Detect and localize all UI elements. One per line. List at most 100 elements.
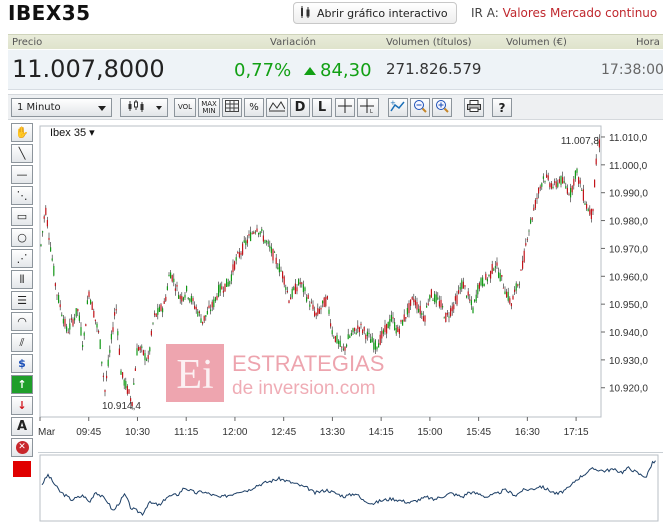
y-tick-label: 11.010,0 <box>609 133 648 144</box>
quote-header: Precio Variación Volumen (títulos) Volum… <box>8 34 663 49</box>
line-tool[interactable]: ╲ <box>11 144 33 163</box>
line-icon: ╲ <box>18 147 26 160</box>
color-icon <box>13 460 31 477</box>
x-tick-label: 10:30 <box>125 427 150 438</box>
buy-arrow-icon: ↑ <box>17 378 27 391</box>
rectangle-tool[interactable]: ▭ <box>11 207 33 226</box>
x-tick-label: 15:00 <box>417 427 442 438</box>
fibonacci-vertical-icon: ⦀ <box>19 272 25 286</box>
y-tick-label: 10.980,0 <box>609 217 648 228</box>
delete-tool[interactable]: ✕ <box>11 438 33 457</box>
chevron-down-icon <box>98 106 106 111</box>
x-tick-label: Mar <box>38 427 56 438</box>
last-value-label: 11.007,8 <box>561 136 600 147</box>
text-icon: A <box>16 419 28 434</box>
channel-tool[interactable]: ⋱ <box>11 186 33 205</box>
grid-button[interactable] <box>222 98 242 117</box>
col-change: Variación <box>270 37 316 48</box>
sell-arrow-tool[interactable]: ↓ <box>11 396 33 415</box>
chart-toolbar: 1 Minuto VOL MAX MIN % D L L + ? <box>8 94 663 120</box>
up-arrow-icon <box>304 67 316 75</box>
fibonacci-vertical-tool[interactable]: ⦀ <box>11 270 33 289</box>
x-tick-label: 11:15 <box>174 427 199 438</box>
sell-arrow-icon: ↓ <box>17 399 27 412</box>
dollar-icon: $ <box>18 357 26 370</box>
x-tick-label: 12:45 <box>271 427 296 438</box>
crosshair-label-button[interactable]: L <box>357 98 379 117</box>
zoom-out-icon <box>413 99 427 116</box>
print-button[interactable] <box>464 98 484 117</box>
horizontal-line-icon: — <box>16 168 28 181</box>
channel-icon: ⋱ <box>16 189 28 202</box>
last-price: 11.007,8000 <box>12 55 165 83</box>
chart-title: Ibex 35 ▾ <box>50 127 95 139</box>
horizontal-line-tool[interactable]: — <box>11 165 33 184</box>
volume-button[interactable]: VOL <box>174 98 196 117</box>
chevron-down-icon <box>155 105 162 110</box>
watermark-logo: Ei <box>176 352 213 398</box>
navigator-area <box>39 454 659 522</box>
delete-icon: ✕ <box>15 441 29 454</box>
help-button[interactable]: ? <box>492 98 512 117</box>
zoom-in-icon <box>435 99 449 116</box>
quote-row: 11.007,8000 0,77% 84,30 271.826.579 17:3… <box>8 50 663 90</box>
page-title: IBEX35 <box>8 1 91 25</box>
x-tick-label: 12:00 <box>222 427 247 438</box>
indicators-button[interactable]: + <box>388 98 408 117</box>
crosshair-icon <box>338 99 352 116</box>
x-tick-label: 16:30 <box>515 427 540 438</box>
arc-icon: ◠ <box>17 315 27 328</box>
goto-link[interactable]: Valores Mercado continuo <box>503 6 658 20</box>
interval-value: 1 Minuto <box>17 102 61 113</box>
col-time: Hora <box>636 37 660 48</box>
buy-arrow-tool[interactable]: ↑ <box>11 375 33 394</box>
print-icon <box>467 100 481 115</box>
y-tick-label: 10.920,0 <box>609 384 648 395</box>
open-interactive-chart-button[interactable]: Abrir gráfico interactivo <box>293 2 457 24</box>
goto-selector[interactable]: IR A: Valores Mercado continuo <box>471 6 657 20</box>
x-tick-label: 15:45 <box>466 427 491 438</box>
x-tick-label: 13:30 <box>320 427 345 438</box>
navigator-svg[interactable] <box>38 453 663 523</box>
fibonacci-horizontal-icon: ☰ <box>17 294 27 307</box>
help-icon: ? <box>498 100 506 115</box>
hand-icon: ✋ <box>15 126 29 139</box>
parallel-icon: ⫽ <box>19 335 25 349</box>
svg-text:+: + <box>390 99 396 107</box>
parallel-tool[interactable]: ⫽ <box>11 333 33 352</box>
crosshair-button[interactable] <box>335 98 355 117</box>
navigator-chart[interactable] <box>38 452 663 523</box>
y-tick-label: 10.990,0 <box>609 189 648 200</box>
y-tick-label: 10.950,0 <box>609 300 648 311</box>
y-tick-label: 10.960,0 <box>609 272 648 283</box>
col-price: Precio <box>12 37 43 48</box>
text-tool[interactable]: A <box>11 417 33 436</box>
hand-tool[interactable]: ✋ <box>11 123 33 142</box>
circle-tool[interactable]: ○ <box>11 228 33 247</box>
chart-icon <box>300 5 312 22</box>
max-min-button[interactable]: MAX MIN <box>198 98 220 117</box>
arc-tool[interactable]: ◠ <box>11 312 33 331</box>
zoom-in-button[interactable] <box>432 98 452 117</box>
watermark: Ei ESTRATEGIAS de inversion.com <box>166 344 386 402</box>
volume-titles: 271.826.579 <box>386 60 482 78</box>
chart-type-select[interactable] <box>120 98 168 117</box>
day-button[interactable]: D <box>290 98 310 117</box>
compare-button[interactable] <box>266 98 288 117</box>
fibonacci-horizontal-tool[interactable]: ☰ <box>11 291 33 310</box>
zoom-out-button[interactable] <box>410 98 430 117</box>
interval-select[interactable]: 1 Minuto <box>11 98 112 117</box>
y-tick-label: 10.940,0 <box>609 328 648 339</box>
color-tool[interactable] <box>11 459 33 478</box>
dollar-tool[interactable]: $ <box>11 354 33 373</box>
line-button[interactable]: L <box>312 98 332 117</box>
fan-tool[interactable]: ⋰ <box>11 249 33 268</box>
watermark-line1: ESTRATEGIAS <box>232 351 384 376</box>
col-volume-eur: Volumen (€) <box>506 37 567 48</box>
fan-icon: ⋰ <box>16 252 28 265</box>
crosshair-label-icon: L <box>360 99 376 116</box>
percent-button[interactable]: % <box>244 98 264 117</box>
col-volume-titles: Volumen (títulos) <box>386 37 472 48</box>
change-percent: 0,77% <box>234 60 292 81</box>
rectangle-icon: ▭ <box>16 210 28 223</box>
